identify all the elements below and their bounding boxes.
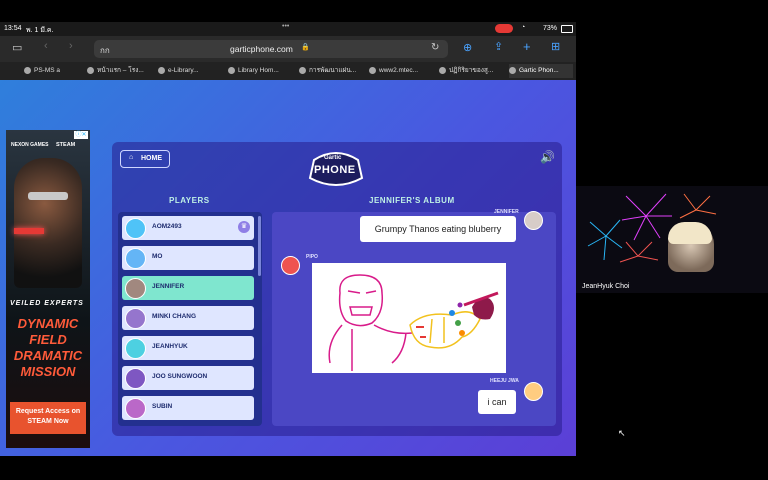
tab-1[interactable]: PS-MS a — [24, 64, 82, 78]
reload-icon[interactable]: ↻ — [431, 42, 439, 53]
player-row: JOO SUNGWOON — [122, 366, 254, 390]
new-tab-icon[interactable]: + — [523, 39, 531, 54]
players-list[interactable]: AOM2493 ♛ MO JENNIFER MINKI CHANG JEANHY… — [118, 212, 262, 426]
participant-name: JeanHyuk Choi — [582, 283, 630, 290]
ipad-status-bar: 13:54 พ. 1 มี.ค. ••• ◔ 73% — [0, 22, 576, 36]
logo-line-2: PHONE — [314, 164, 356, 176]
ad-sunglasses — [28, 192, 68, 200]
address-bar[interactable]: กก garticphone.com 🔒 ↻ — [94, 40, 448, 58]
tab-8-active[interactable]: Gartic Phon... — [509, 64, 573, 78]
album-panel[interactable]: JENNIFER Grumpy Thanos eating bluberry P… — [272, 209, 556, 426]
advertisement[interactable]: ⓘ✕ NEXON GAMES STEAM VEILED EXPERTS DYNA… — [6, 130, 90, 448]
player-name: MINKI CHANG — [152, 313, 197, 320]
download-icon[interactable]: ⊕ — [463, 41, 472, 54]
thanos-drawing — [328, 274, 499, 371]
tab-favicon-icon — [87, 66, 94, 74]
tab-3[interactable]: e-Library... — [158, 64, 224, 78]
ad-game-logo: VEILED EXPERTS — [10, 300, 84, 307]
address-left-text: กก — [100, 46, 110, 55]
player-avatar — [125, 218, 146, 239]
shared-screen: 13:54 พ. 1 มี.ค. ••• ◔ 73% ▭ ‹ › กก gart… — [0, 22, 576, 456]
tab-favicon-icon — [24, 66, 31, 74]
home-icon: ⌂ — [129, 154, 134, 161]
message-2-author: PIPO — [306, 254, 318, 260]
lock-icon: 🔒 — [301, 44, 310, 51]
ad-brand-2: STEAM — [56, 142, 76, 148]
status-date: พ. 1 มี.ค. — [26, 27, 54, 34]
message-1-author: JENNIFER — [494, 209, 519, 215]
tab-4[interactable]: Library Hom... — [228, 64, 294, 78]
browser-toolbar: ▭ ‹ › กก garticphone.com 🔒 ↻ ⊕ ⇪ + ⊞ — [0, 36, 576, 62]
player-row: MO — [122, 246, 254, 270]
player-row: JEANHYUK — [122, 336, 254, 360]
player-row: SUBIN — [122, 396, 254, 420]
message-2-drawing — [312, 263, 506, 373]
player-name: JENNIFER — [152, 283, 185, 290]
player-avatar — [125, 368, 146, 389]
message-3-bubble: i can — [478, 390, 516, 414]
player-name: JEANHYUK — [152, 343, 188, 350]
tab-7[interactable]: ปฏิกิริยาของสู... — [439, 64, 505, 78]
ad-laser-glow — [14, 228, 44, 234]
ad-headline: DYNAMIC FIELD DRAMATIC MISSION — [13, 316, 83, 379]
tab-favicon-icon — [299, 66, 306, 74]
back-icon[interactable]: ‹ — [44, 40, 48, 52]
ad-cta-button[interactable]: Request Access on STEAM Now — [10, 402, 86, 434]
player-row-active: JENNIFER — [122, 276, 254, 300]
sidebar-icon[interactable]: ▭ — [12, 41, 22, 54]
ad-character-image — [14, 158, 82, 288]
tab-favicon-icon — [228, 66, 235, 74]
player-row: MINKI CHANG — [122, 306, 254, 330]
players-scrollbar[interactable] — [258, 216, 261, 276]
share-icon[interactable]: ⇪ — [494, 40, 503, 53]
wifi-icon: ◔ — [521, 24, 526, 31]
browser-tabs: PS-MS a หน้าแรก – โรง... e-Library... Li… — [0, 62, 576, 81]
battery-icon — [561, 25, 573, 33]
player-name: SUBIN — [152, 403, 173, 410]
message-3-avatar — [524, 382, 543, 401]
multitask-dots-icon[interactable]: ••• — [282, 23, 289, 30]
tab-5[interactable]: การพัฒนาแผ่น... — [299, 64, 365, 78]
sound-icon[interactable]: 🔊 — [540, 150, 555, 164]
player-avatar — [125, 308, 146, 329]
recording-indicator-icon — [495, 24, 513, 33]
message-3-author: HEEJU JWA — [490, 378, 519, 384]
tab-favicon-icon — [158, 66, 165, 74]
participant-video-tile[interactable]: JeanHyuk Choi — [576, 186, 768, 293]
participant-hair — [668, 222, 712, 244]
battery-percent: 73% — [543, 25, 558, 32]
player-name: MO — [152, 253, 163, 260]
player-avatar — [125, 278, 146, 299]
tab-favicon-icon — [369, 66, 376, 74]
url-text: garticphone.com — [230, 44, 293, 54]
ad-close-icon[interactable]: ⓘ✕ — [74, 131, 88, 139]
forward-icon[interactable]: › — [69, 40, 73, 52]
gartic-phone-logo: Gartic PHONE — [304, 148, 368, 188]
tab-6[interactable]: www2.mtec... — [369, 64, 435, 78]
player-name: AOM2493 — [152, 223, 182, 230]
home-label: HOME — [141, 155, 162, 162]
logo-line-1: Gartic — [324, 155, 342, 161]
ad-brand-1: NEXON GAMES — [11, 142, 49, 148]
album-title: JENNIFER'S ALBUM — [369, 196, 455, 205]
player-avatar — [125, 248, 146, 269]
message-1-bubble: Grumpy Thanos eating bluberry — [360, 216, 516, 242]
tab-2[interactable]: หน้าแรก – โรง... — [87, 64, 153, 78]
home-button[interactable]: ⌂ HOME — [120, 150, 170, 168]
player-name: JOO SUNGWOON — [152, 373, 208, 380]
gartic-game-panel: ⌂ HOME Gartic PHONE 🔊 PLAYERS JENNIFER'S… — [112, 142, 562, 436]
crown-icon: ♛ — [238, 221, 250, 233]
mouse-cursor-icon: ↖ — [618, 428, 626, 438]
tab-favicon-icon — [439, 66, 446, 74]
tab-overview-icon[interactable]: ⊞ — [551, 40, 560, 53]
message-1-avatar — [524, 211, 543, 230]
message-2-avatar — [281, 256, 300, 275]
player-avatar — [125, 398, 146, 419]
web-page: ⓘ✕ NEXON GAMES STEAM VEILED EXPERTS DYNA… — [0, 80, 576, 456]
player-row: AOM2493 ♛ — [122, 216, 254, 240]
tab-favicon-icon — [509, 66, 516, 74]
players-title: PLAYERS — [169, 196, 210, 205]
player-avatar — [125, 338, 146, 359]
status-time: 13:54 — [4, 25, 22, 32]
